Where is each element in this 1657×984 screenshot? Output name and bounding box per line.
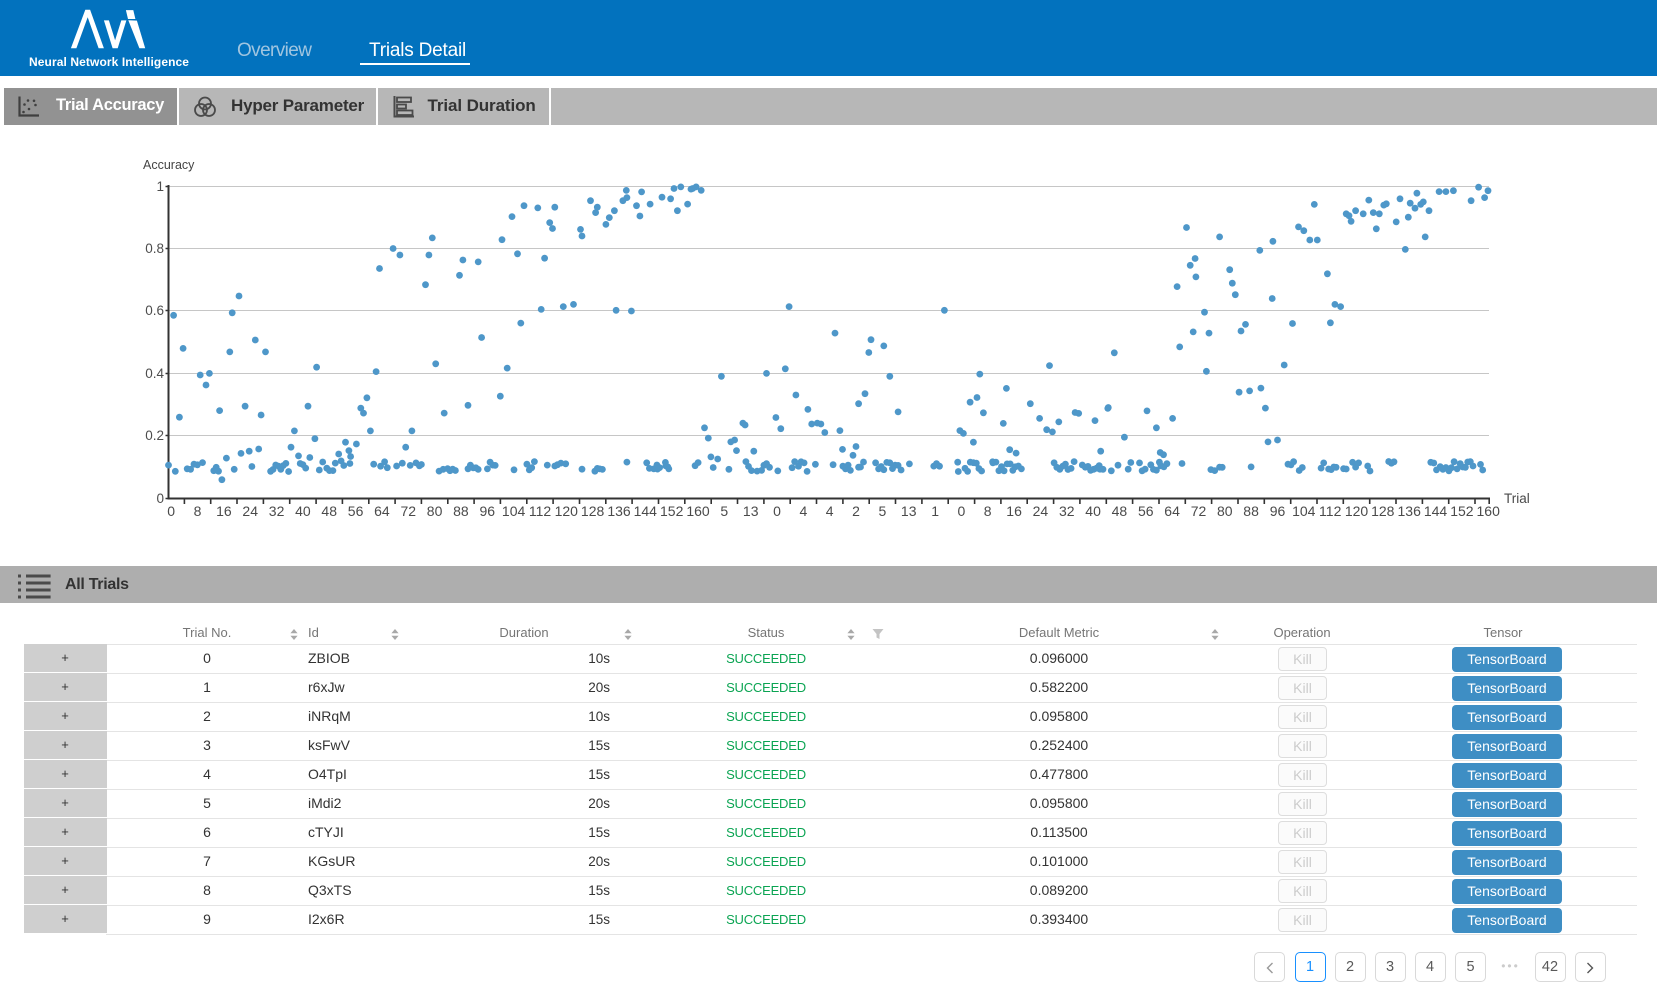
svg-text:5: 5 xyxy=(879,503,887,519)
svg-text:80: 80 xyxy=(427,503,443,519)
svg-text:88: 88 xyxy=(1243,503,1259,519)
svg-text:24: 24 xyxy=(1033,503,1049,519)
svg-text:1: 1 xyxy=(931,503,939,519)
svg-text:32: 32 xyxy=(269,503,285,519)
svg-text:88: 88 xyxy=(453,503,469,519)
svg-text:96: 96 xyxy=(1270,503,1286,519)
svg-text:144: 144 xyxy=(1424,503,1448,519)
svg-text:160: 160 xyxy=(686,503,710,519)
svg-text:0: 0 xyxy=(156,491,164,506)
svg-text:8: 8 xyxy=(194,503,202,519)
svg-text:80: 80 xyxy=(1217,503,1233,519)
svg-text:16: 16 xyxy=(1006,503,1022,519)
svg-text:1: 1 xyxy=(156,179,164,194)
svg-text:120: 120 xyxy=(555,503,579,519)
svg-text:104: 104 xyxy=(1292,503,1316,519)
svg-text:16: 16 xyxy=(216,503,232,519)
svg-text:40: 40 xyxy=(1085,503,1101,519)
svg-text:96: 96 xyxy=(480,503,496,519)
svg-text:Trial: Trial xyxy=(1504,491,1530,506)
svg-text:72: 72 xyxy=(1191,503,1207,519)
svg-text:2: 2 xyxy=(852,503,860,519)
svg-text:8: 8 xyxy=(984,503,992,519)
svg-text:4: 4 xyxy=(826,503,834,519)
svg-text:144: 144 xyxy=(634,503,658,519)
svg-text:64: 64 xyxy=(374,503,390,519)
svg-text:128: 128 xyxy=(581,503,605,519)
svg-text:0: 0 xyxy=(958,503,966,519)
svg-text:0.4: 0.4 xyxy=(145,366,164,381)
svg-text:4: 4 xyxy=(800,503,808,519)
svg-text:120: 120 xyxy=(1345,503,1369,519)
svg-text:5: 5 xyxy=(720,503,728,519)
svg-text:0: 0 xyxy=(167,503,175,519)
svg-text:56: 56 xyxy=(1138,503,1154,519)
svg-text:0.8: 0.8 xyxy=(145,241,164,256)
svg-text:56: 56 xyxy=(348,503,364,519)
svg-text:136: 136 xyxy=(607,503,631,519)
svg-text:0.6: 0.6 xyxy=(145,303,164,318)
svg-text:104: 104 xyxy=(502,503,526,519)
svg-text:72: 72 xyxy=(401,503,417,519)
svg-text:136: 136 xyxy=(1398,503,1422,519)
svg-text:152: 152 xyxy=(660,503,684,519)
svg-text:64: 64 xyxy=(1164,503,1180,519)
svg-text:152: 152 xyxy=(1450,503,1474,519)
svg-text:Accuracy: Accuracy xyxy=(143,158,195,172)
svg-text:48: 48 xyxy=(1112,503,1128,519)
svg-text:128: 128 xyxy=(1371,503,1395,519)
svg-text:24: 24 xyxy=(242,503,258,519)
svg-text:0: 0 xyxy=(773,503,781,519)
svg-text:112: 112 xyxy=(529,503,552,519)
svg-text:48: 48 xyxy=(321,503,337,519)
svg-text:13: 13 xyxy=(901,503,917,519)
svg-text:13: 13 xyxy=(743,503,759,519)
svg-text:0.2: 0.2 xyxy=(145,428,164,443)
svg-text:160: 160 xyxy=(1477,503,1501,519)
svg-text:112: 112 xyxy=(1319,503,1342,519)
svg-text:32: 32 xyxy=(1059,503,1075,519)
svg-text:40: 40 xyxy=(295,503,311,519)
